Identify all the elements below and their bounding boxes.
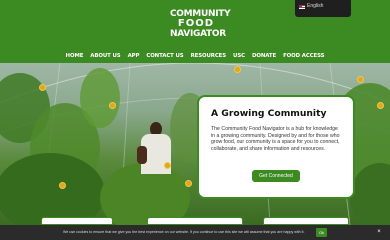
get-connected-button[interactable]: Get Connected xyxy=(252,170,300,182)
sunflower xyxy=(235,67,240,72)
site-logo[interactable]: COMMUNITY FOOD NAVIGATOR xyxy=(170,9,231,43)
sunflower xyxy=(110,103,115,108)
sunflower xyxy=(40,85,45,90)
nav-resources[interactable]: RESOURCES xyxy=(187,51,229,61)
logo-line-3: NAVIGATOR xyxy=(170,29,226,39)
nav-donate[interactable]: DONATE xyxy=(248,51,279,61)
hero-title: A Growing Community xyxy=(211,108,327,119)
nav-usc[interactable]: USC xyxy=(230,51,249,61)
us-flag-icon xyxy=(299,5,305,9)
nav-about-us[interactable]: ABOUT US xyxy=(87,51,124,61)
nav-app[interactable]: APP xyxy=(124,51,143,61)
feature-card-peek xyxy=(41,217,113,225)
nav-contact-us[interactable]: CONTACT US xyxy=(143,51,187,61)
feature-card-peek xyxy=(147,217,243,225)
close-icon[interactable]: × xyxy=(375,228,383,236)
language-label: English xyxy=(307,3,324,9)
hero-description: The Community Food Navigator is a hub fo… xyxy=(211,126,340,152)
language-selector[interactable]: English xyxy=(295,0,351,17)
sunflower xyxy=(358,77,363,82)
site-header: COMMUNITY FOOD NAVIGATOR HOME ABOUT US A… xyxy=(0,0,390,63)
logo-line-2: FOOD xyxy=(177,18,215,29)
cookie-banner: We use cookies to ensure that we give yo… xyxy=(0,225,390,240)
hero-card: A Growing Community The Community Food N… xyxy=(197,95,355,199)
nav-food-access[interactable]: FOOD ACCESS xyxy=(280,51,328,61)
cookie-message: We use cookies to ensure that we give yo… xyxy=(63,230,305,234)
sunflower xyxy=(60,183,65,188)
feature-card-peek xyxy=(263,217,349,225)
sunflower xyxy=(378,103,383,108)
sunflower xyxy=(186,181,191,186)
cookie-ok-button[interactable]: Ok xyxy=(316,228,327,237)
nav-home[interactable]: HOME xyxy=(62,51,87,61)
sunflower xyxy=(165,163,170,168)
main-nav: HOME ABOUT US APP CONTACT US RESOURCES U… xyxy=(0,51,390,61)
gardener-arm xyxy=(137,146,147,164)
